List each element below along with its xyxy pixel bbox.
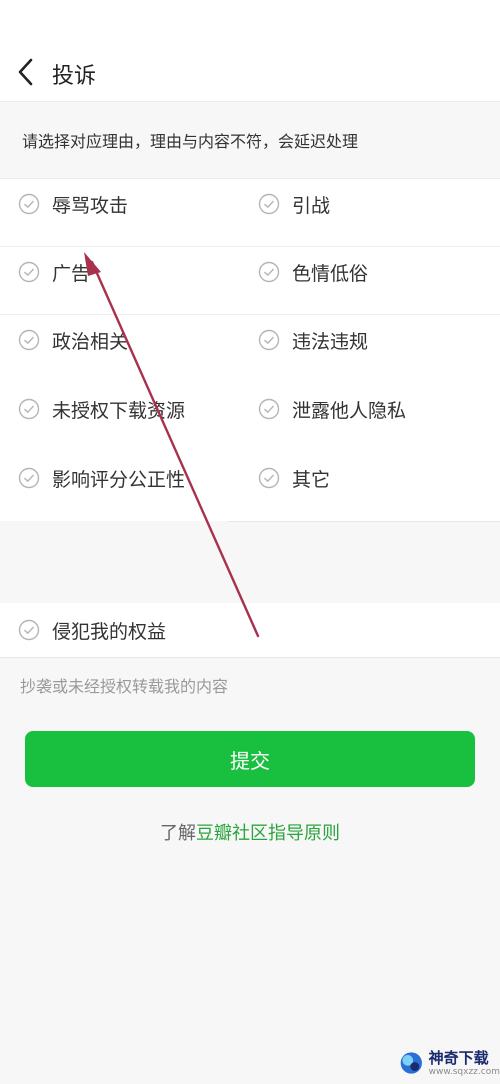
reason-label: 泄露他人隐私 xyxy=(292,399,407,422)
check-circle-icon xyxy=(18,467,40,489)
reason-row: 未授权下载资源 泄露他人隐私 xyxy=(0,384,500,452)
reason-row: 影响评分公正性 其它 xyxy=(0,453,500,521)
check-circle-icon xyxy=(18,329,40,351)
reason-label: 色情低俗 xyxy=(292,262,369,285)
reason-option[interactable]: 色情低俗 xyxy=(258,247,368,297)
reason-option[interactable]: 广告 xyxy=(18,247,90,297)
rights-label: 侵犯我的权益 xyxy=(52,620,167,643)
check-circle-icon xyxy=(18,619,40,641)
reason-row: 辱骂攻击 引战 xyxy=(0,179,500,247)
check-circle-icon xyxy=(258,193,280,215)
reason-label: 政治相关 xyxy=(52,330,129,353)
page-title: 投诉 xyxy=(52,64,97,89)
reason-option[interactable]: 其它 xyxy=(258,453,330,503)
reason-label: 广告 xyxy=(52,262,91,285)
watermark-url: www.sqxzz.com xyxy=(428,1066,500,1077)
reason-list: 辱骂攻击 引战 广告 色情低俗 政治相关 违法违规 未授权下载资源 泄露他人隐私… xyxy=(0,178,500,522)
check-circle-icon xyxy=(18,193,40,215)
reason-label: 其它 xyxy=(292,468,331,491)
watermark-logo-icon xyxy=(400,1052,422,1074)
reason-label: 未授权下载资源 xyxy=(52,399,186,422)
reason-option[interactable]: 引战 xyxy=(258,179,330,229)
watermark-text: 神奇下载 www.sqxzz.com xyxy=(429,1049,500,1078)
guidelines-text: 了解豆瓣社区指导原则 xyxy=(0,819,500,845)
rights-option[interactable]: 侵犯我的权益 xyxy=(0,603,500,658)
check-circle-icon xyxy=(18,261,40,283)
guidelines-prefix: 了解 xyxy=(160,823,196,844)
guidelines-link[interactable]: 豆瓣社区指导原则 xyxy=(196,823,340,844)
chevron-left-icon xyxy=(18,58,33,86)
watermark: 神奇下载 www.sqxzz.com xyxy=(396,1042,500,1084)
reason-option[interactable]: 影响评分公正性 xyxy=(18,453,185,503)
check-circle-icon xyxy=(258,261,280,283)
back-button[interactable] xyxy=(6,52,46,92)
check-circle-icon xyxy=(258,398,280,420)
reason-row: 政治相关 违法违规 xyxy=(0,315,500,383)
reason-option[interactable]: 违法违规 xyxy=(258,315,368,365)
reason-label: 辱骂攻击 xyxy=(52,194,129,217)
header: 投诉 xyxy=(0,0,500,102)
divider xyxy=(228,521,500,522)
reason-option[interactable]: 未授权下载资源 xyxy=(18,384,185,434)
reason-label: 影响评分公正性 xyxy=(52,468,186,491)
check-circle-icon xyxy=(258,329,280,351)
annotation-arrow xyxy=(84,252,260,638)
watermark-name: 神奇下载 xyxy=(428,1048,489,1067)
reason-option[interactable]: 辱骂攻击 xyxy=(18,179,128,229)
submit-button[interactable]: 提交 xyxy=(25,731,475,787)
reason-option[interactable]: 泄露他人隐私 xyxy=(258,384,406,434)
rights-description: 抄袭或未经授权转载我的内容 xyxy=(20,677,229,696)
check-circle-icon xyxy=(258,467,280,489)
reason-row: 广告 色情低俗 xyxy=(0,247,500,315)
check-circle-icon xyxy=(18,398,40,420)
instruction-text: 请选择对应理由，理由与内容不符，会延迟处理 xyxy=(22,132,359,151)
reason-label: 引战 xyxy=(292,194,331,217)
reason-option[interactable]: 政治相关 xyxy=(18,315,128,365)
reason-label: 违法违规 xyxy=(292,330,369,353)
